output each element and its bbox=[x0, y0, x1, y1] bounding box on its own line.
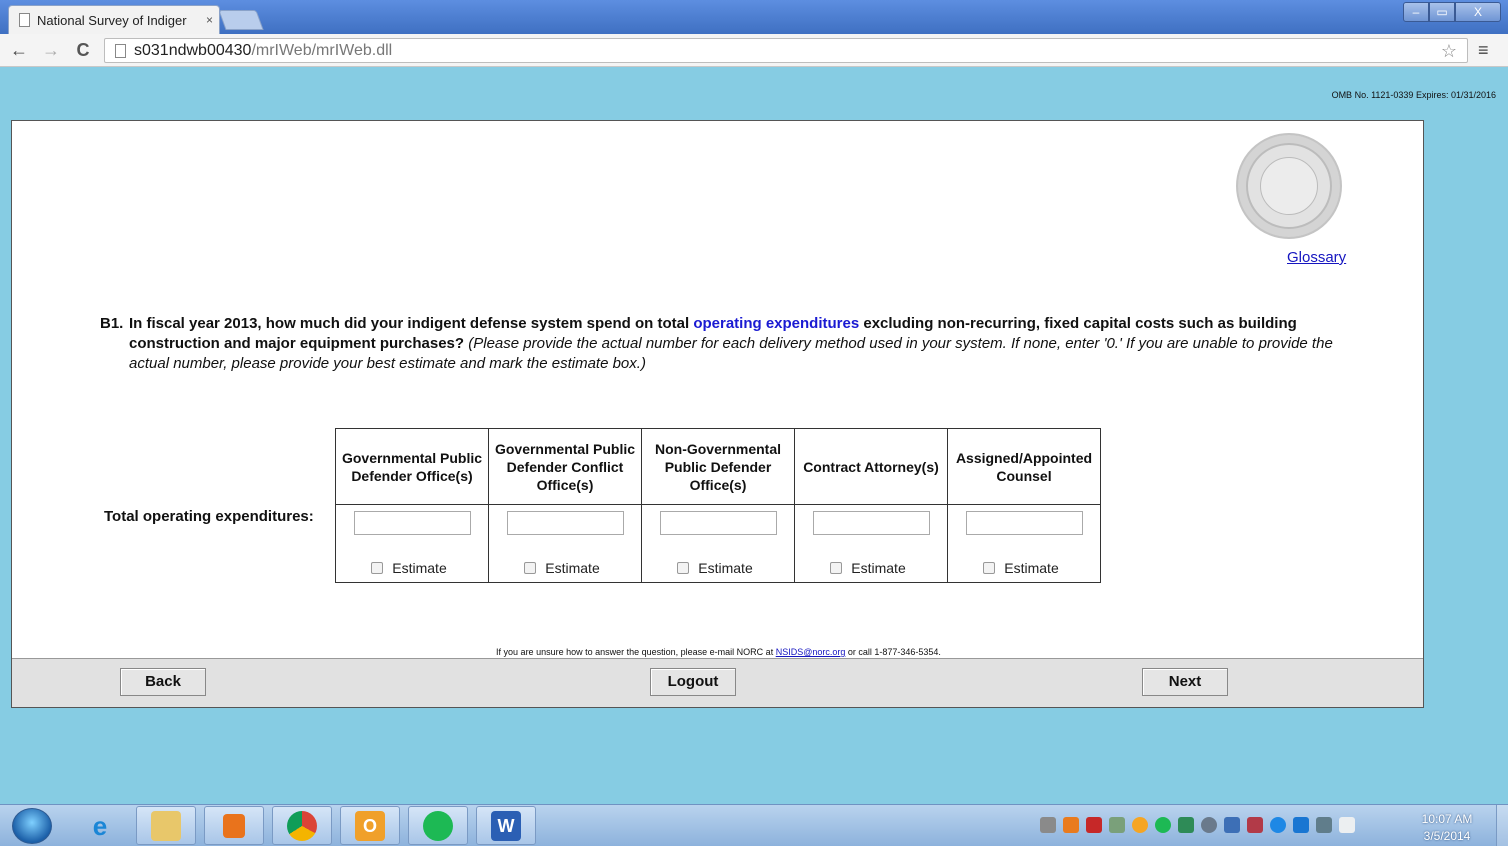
row-label: Total operating expenditures: bbox=[104, 508, 314, 525]
glossary-term-link[interactable]: operating expenditures bbox=[693, 315, 859, 332]
network-icon[interactable] bbox=[1316, 817, 1332, 833]
show-desktop-button[interactable] bbox=[1496, 805, 1508, 846]
estimate-label: Estimate bbox=[1004, 560, 1059, 576]
estimate-option[interactable]: Estimate bbox=[948, 560, 1100, 576]
back-arrow-icon[interactable]: ← bbox=[8, 39, 30, 61]
tray-icon[interactable] bbox=[1040, 817, 1056, 833]
clock-time: 10:07 AM bbox=[1421, 812, 1473, 826]
estimate-option[interactable]: Estimate bbox=[489, 560, 641, 576]
navigation-bar: Back Logout Next bbox=[12, 658, 1423, 707]
chrome-icon[interactable] bbox=[272, 806, 332, 845]
expenditure-input[interactable] bbox=[659, 511, 777, 535]
tray-icon[interactable] bbox=[1247, 817, 1263, 833]
question-block: B1. In fiscal year 2013, how much did yo… bbox=[100, 314, 1340, 374]
maximize-button[interactable]: ▭ bbox=[1429, 2, 1455, 22]
grid-cell: Estimate bbox=[335, 504, 489, 583]
start-button[interactable] bbox=[12, 808, 52, 844]
browser-tab[interactable]: National Survey of Indiger × bbox=[8, 5, 220, 34]
doj-seal-logo bbox=[1236, 133, 1342, 239]
expenditure-input[interactable] bbox=[506, 511, 624, 535]
page-icon bbox=[19, 13, 30, 27]
reload-icon[interactable]: C bbox=[72, 39, 94, 61]
url-path: /mrIWeb/mrIWeb.dll bbox=[251, 41, 393, 59]
estimate-option[interactable]: Estimate bbox=[795, 560, 947, 576]
grid-cell: Estimate bbox=[794, 504, 948, 583]
grid-cell: Estimate bbox=[947, 504, 1101, 583]
tray-icon[interactable] bbox=[1293, 817, 1309, 833]
minimize-button[interactable]: – bbox=[1403, 2, 1429, 22]
question-number: B1. bbox=[100, 315, 124, 332]
estimate-checkbox[interactable] bbox=[830, 562, 843, 574]
grid-cell: Estimate bbox=[488, 504, 642, 583]
tray-icon[interactable] bbox=[1270, 817, 1286, 833]
forward-arrow-icon[interactable]: → bbox=[40, 39, 62, 61]
omb-notice: OMB No. 1121-0339 Expires: 01/31/2016 bbox=[1331, 90, 1496, 100]
tray-icon[interactable] bbox=[1178, 817, 1194, 833]
contact-text: If you are unsure how to answer the ques… bbox=[496, 647, 776, 657]
tray-icon[interactable] bbox=[1155, 817, 1171, 833]
word-icon[interactable]: W bbox=[476, 806, 536, 845]
tab-title: National Survey of Indiger bbox=[37, 12, 187, 28]
question-text: In fiscal year 2013, how much did your i… bbox=[129, 314, 1340, 374]
clock[interactable]: 10:07 AM 3/5/2014 bbox=[1412, 811, 1482, 845]
tab-close-icon[interactable]: × bbox=[206, 13, 213, 27]
survey-panel: Glossary B1. In fiscal year 2013, how mu… bbox=[11, 120, 1424, 708]
column-header: Governmental Public Defender Office(s) bbox=[335, 428, 489, 505]
taskbar: e O W 10:07 AM 3/5/2014 bbox=[0, 804, 1508, 846]
estimate-checkbox[interactable] bbox=[524, 562, 537, 574]
next-button[interactable]: Next bbox=[1142, 668, 1228, 696]
tray-icon[interactable] bbox=[1109, 817, 1125, 833]
outlook-icon[interactable]: O bbox=[340, 806, 400, 845]
grid-cell: Estimate bbox=[641, 504, 795, 583]
browser-titlebar: National Survey of Indiger × – ▭ X bbox=[0, 0, 1508, 34]
column-header: Assigned/Appointed Counsel bbox=[947, 428, 1101, 505]
page-icon bbox=[115, 43, 126, 58]
expenditure-input[interactable] bbox=[353, 511, 471, 535]
estimate-label: Estimate bbox=[392, 560, 447, 576]
estimate-checkbox[interactable] bbox=[983, 562, 996, 574]
column-header: Contract Attorney(s) bbox=[794, 428, 948, 505]
tray-icon[interactable] bbox=[1224, 817, 1240, 833]
url-host: s031ndwb00430 bbox=[134, 41, 252, 59]
help-contact-text: If you are unsure how to answer the ques… bbox=[12, 647, 1425, 657]
estimate-label: Estimate bbox=[545, 560, 600, 576]
media-player-icon[interactable] bbox=[204, 806, 264, 845]
tray-icon[interactable] bbox=[1201, 817, 1217, 833]
expenditure-input[interactable] bbox=[965, 511, 1083, 535]
expenditure-input[interactable] bbox=[812, 511, 930, 535]
estimate-label: Estimate bbox=[698, 560, 753, 576]
internet-explorer-icon[interactable]: e bbox=[70, 806, 130, 845]
column-header: Non-Governmental Public Defender Office(… bbox=[641, 428, 795, 505]
estimate-option[interactable]: Estimate bbox=[336, 560, 488, 576]
chrome-menu-icon[interactable]: ≡ bbox=[1478, 40, 1489, 61]
spotify-icon[interactable] bbox=[408, 806, 468, 845]
address-bar[interactable]: s031ndwb00430/mrIWeb/mrIWeb.dll ☆ bbox=[104, 38, 1468, 63]
tray-icon[interactable] bbox=[1086, 817, 1102, 833]
browser-toolbar: ← → C s031ndwb00430/mrIWeb/mrIWeb.dll ☆ … bbox=[0, 34, 1508, 67]
estimate-option[interactable]: Estimate bbox=[642, 560, 794, 576]
estimate-checkbox[interactable] bbox=[677, 562, 690, 574]
tray-icon[interactable] bbox=[1132, 817, 1148, 833]
expenditures-grid: Governmental Public Defender Office(s) G… bbox=[335, 428, 1101, 583]
volume-icon[interactable] bbox=[1339, 817, 1355, 833]
estimate-label: Estimate bbox=[851, 560, 906, 576]
column-header: Governmental Public Defender Conflict Of… bbox=[488, 428, 642, 505]
estimate-checkbox[interactable] bbox=[371, 562, 384, 574]
question-text-part: In fiscal year 2013, how much did your i… bbox=[129, 315, 694, 332]
email-link[interactable]: NSIDS@norc.org bbox=[776, 647, 846, 657]
bookmark-star-icon[interactable]: ☆ bbox=[1441, 41, 1457, 62]
logout-button[interactable]: Logout bbox=[650, 668, 736, 696]
tray-icon[interactable] bbox=[1063, 817, 1079, 833]
new-tab-button[interactable] bbox=[218, 10, 264, 30]
glossary-link[interactable]: Glossary bbox=[1287, 249, 1346, 266]
file-explorer-icon[interactable] bbox=[136, 806, 196, 845]
clock-date: 3/5/2014 bbox=[1423, 829, 1471, 843]
system-tray bbox=[1040, 817, 1355, 833]
close-window-button[interactable]: X bbox=[1455, 2, 1501, 22]
contact-text: or call 1-877-346-5354. bbox=[845, 647, 941, 657]
back-button[interactable]: Back bbox=[120, 668, 206, 696]
